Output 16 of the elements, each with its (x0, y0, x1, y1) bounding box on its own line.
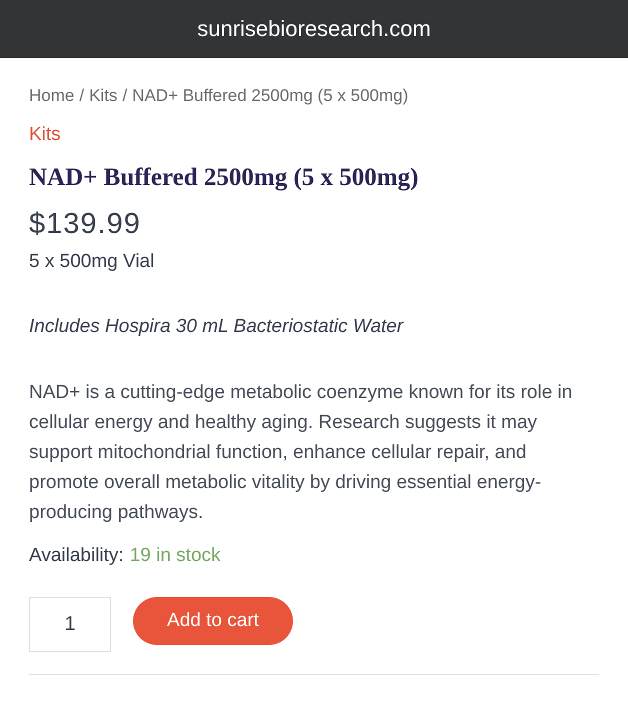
product-note: Includes Hospira 30 mL Bacteriostatic Water (29, 316, 405, 338)
product-price: $139.99 (29, 208, 142, 241)
category-link[interactable]: Kits (29, 124, 61, 146)
stock-status: 19 in stock (130, 545, 221, 567)
breadcrumb-separator: / (79, 86, 84, 106)
breadcrumb-link[interactable]: Home (29, 86, 74, 106)
quantity-field[interactable]: 1 (29, 597, 111, 652)
breadcrumb-separator: / (122, 86, 128, 106)
breadcrumb-link[interactable]: Kits (89, 86, 118, 106)
product-title: NAD+ Buffered 2500mg (5 x 500mg) (29, 164, 420, 192)
product-variant: 5 x 500mg Vial (29, 251, 156, 273)
add-to-cart-button[interactable]: Add to cart (133, 597, 293, 645)
product-description: NAD+ is a cutting-edge metabolic coenzyme known for its role in cellular energy and healthy aging. Research suggests it may support mitochondrial function, enhance cellular repair, and promote overall metabolic vitality by driving essential energy-producing pathways. (29, 381, 574, 525)
address-url: sunrisebioresearch.com (197, 16, 431, 42)
breadcrumb-current: NAD+ Buffered 2500mg (5 x 500mg) (132, 86, 408, 106)
availability-label: Availability: (29, 545, 124, 567)
